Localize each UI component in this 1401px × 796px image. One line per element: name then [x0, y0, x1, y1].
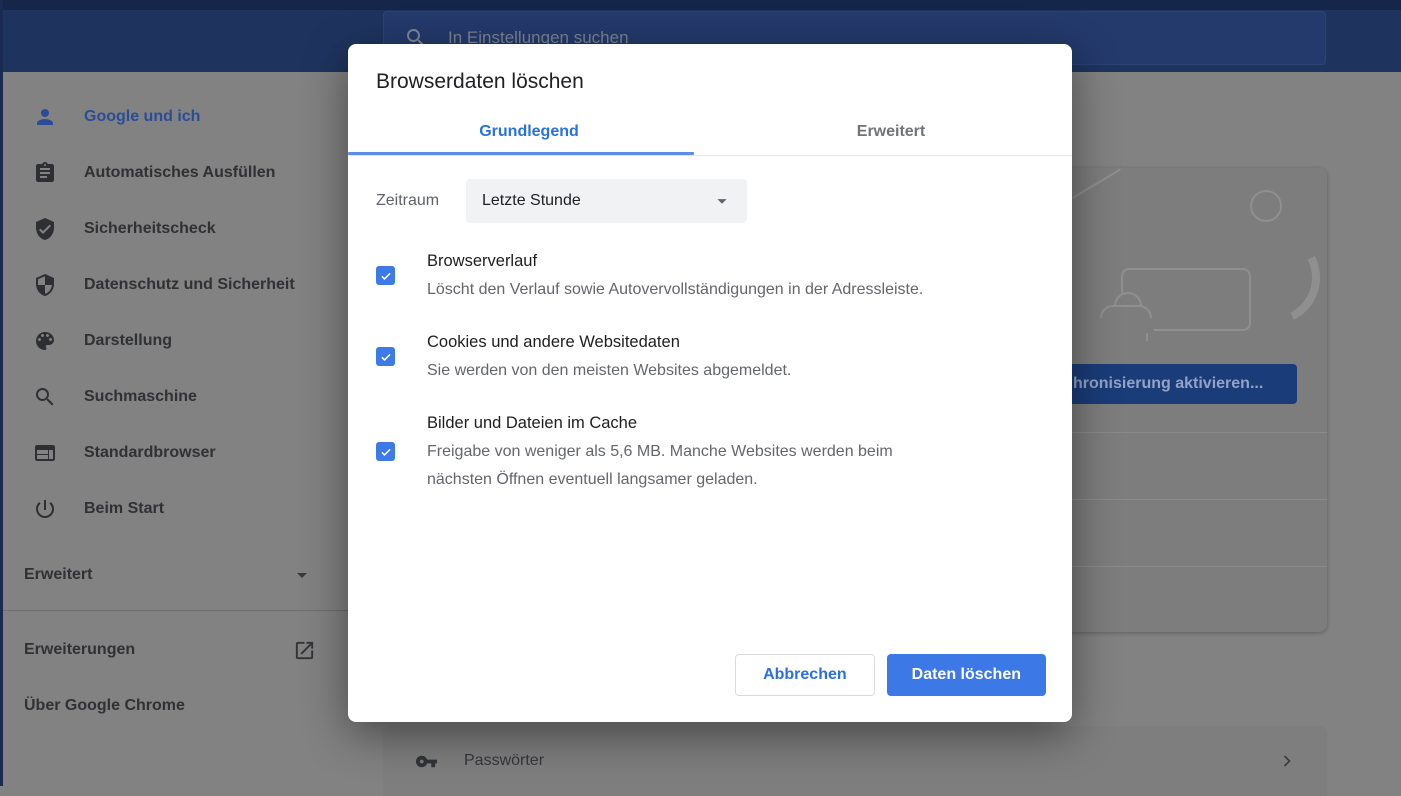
sidebar-item-about-chrome[interactable]: Über Google Chrome — [0, 678, 348, 734]
passwords-label: Passwörter — [464, 752, 544, 770]
chevron-right-icon — [1277, 751, 1297, 771]
sidebar-item-privacy-security[interactable]: Datenschutz und Sicherheit — [0, 257, 348, 313]
clipboard-icon — [33, 161, 57, 185]
sidebar-item-label: Datenschutz und Sicherheit — [84, 276, 295, 294]
enable-sync-button[interactable]: hronisierung aktivieren... — [1040, 364, 1297, 404]
illustration-line — [1072, 168, 1121, 199]
dialog-footer: Abbrechen Daten löschen — [348, 654, 1072, 722]
sidebar-item-label: Beim Start — [84, 500, 164, 518]
sidebar-item-google-und-ich[interactable]: Google und ich — [0, 89, 348, 145]
sidebar-advanced-toggle[interactable]: Erweitert — [0, 547, 348, 603]
illustration-head-circle — [1250, 190, 1282, 222]
shield-check-icon — [33, 217, 57, 241]
checkbox-title: Browserverlauf — [427, 247, 923, 276]
sidebar-item-safety-check[interactable]: Sicherheitscheck — [0, 201, 348, 257]
sidebar-item-autofill[interactable]: Automatisches Ausfüllen — [0, 145, 348, 201]
browsing-history-row: Browserverlauf Löscht den Verlauf sowie … — [376, 247, 1044, 304]
illustration-cloud — [1100, 318, 1154, 331]
clear-browsing-data-dialog: Browserdaten löschen Grundlegend Erweite… — [348, 44, 1072, 722]
security-shield-icon — [33, 273, 57, 297]
dialog-body: Zeitraum Letzte Stunde Browserverlauf Lö… — [348, 156, 1072, 654]
time-range-row: Zeitraum Letzte Stunde — [376, 179, 1044, 223]
sidebar-divider — [0, 610, 348, 611]
checkbox-description: Freigabe von weniger als 5,6 MB. Manche … — [427, 438, 962, 494]
checkmark-icon — [379, 269, 393, 283]
browsing-history-text: Browserverlauf Löscht den Verlauf sowie … — [427, 247, 923, 304]
sidebar-item-label: Darstellung — [84, 332, 172, 350]
clear-data-button[interactable]: Daten löschen — [887, 654, 1046, 696]
sidebar-item-on-startup[interactable]: Beim Start — [0, 481, 348, 537]
illustration-stem — [1146, 333, 1148, 341]
cancel-button[interactable]: Abbrechen — [735, 654, 875, 696]
sidebar-extensions-label: Erweiterungen — [24, 641, 135, 659]
tab-erweitert[interactable]: Erweitert — [710, 108, 1072, 155]
dropdown-arrow-icon — [711, 190, 733, 212]
checkbox-description: Sie werden von den meisten Websites abge… — [427, 357, 791, 385]
sidebar: Google und ich Automatisches Ausfüllen S… — [0, 72, 348, 786]
tab-grundlegend[interactable]: Grundlegend — [348, 108, 710, 155]
checkbox-title: Bilder und Dateien im Cache — [427, 409, 962, 438]
key-icon — [415, 750, 438, 773]
sidebar-item-extensions[interactable]: Erweiterungen — [0, 622, 348, 678]
cookies-row: Cookies und andere Websitedaten Sie werd… — [376, 328, 1044, 385]
sidebar-about-label: Über Google Chrome — [24, 697, 185, 715]
search-icon — [33, 385, 57, 409]
active-tab-indicator — [348, 152, 694, 155]
chevron-down-icon — [290, 563, 314, 587]
cached-images-row: Bilder und Dateien im Cache Freigabe von… — [376, 409, 1044, 494]
time-range-select[interactable]: Letzte Stunde — [466, 179, 747, 223]
checkmark-icon — [379, 445, 393, 459]
browsing-history-checkbox[interactable] — [376, 266, 395, 285]
cached-images-checkbox[interactable] — [376, 442, 395, 461]
person-icon — [33, 105, 57, 129]
power-icon — [33, 497, 57, 521]
sidebar-item-appearance[interactable]: Darstellung — [0, 313, 348, 369]
cookies-text: Cookies und andere Websitedaten Sie werd… — [427, 328, 791, 385]
time-range-value: Letzte Stunde — [482, 192, 581, 210]
checkbox-title: Cookies und andere Websitedaten — [427, 328, 791, 357]
external-link-icon — [293, 639, 316, 662]
dialog-title: Browserdaten löschen — [376, 70, 1044, 94]
sidebar-item-label: Standardbrowser — [84, 444, 216, 462]
window-left-edge — [0, 0, 3, 786]
sidebar-item-label: Suchmaschine — [84, 388, 197, 406]
window-top-strip — [0, 0, 1401, 10]
sidebar-item-label: Automatisches Ausfüllen — [84, 164, 275, 182]
cookies-checkbox[interactable] — [376, 347, 395, 366]
cached-images-text: Bilder und Dateien im Cache Freigabe von… — [427, 409, 962, 494]
sidebar-item-search-engine[interactable]: Suchmaschine — [0, 369, 348, 425]
browser-window-icon — [33, 441, 57, 465]
checkbox-description: Löscht den Verlauf sowie Autovervollstän… — [427, 276, 923, 304]
sidebar-advanced-label: Erweitert — [24, 566, 92, 584]
sidebar-item-label: Google und ich — [84, 108, 200, 126]
dialog-tabs: Grundlegend Erweitert — [348, 108, 1072, 156]
sidebar-item-default-browser[interactable]: Standardbrowser — [0, 425, 348, 481]
palette-icon — [33, 329, 57, 353]
time-range-label: Zeitraum — [376, 192, 466, 210]
checkmark-icon — [379, 350, 393, 364]
sidebar-item-label: Sicherheitscheck — [84, 220, 216, 238]
enable-sync-button-label: hronisierung aktivieren... — [1073, 375, 1263, 393]
